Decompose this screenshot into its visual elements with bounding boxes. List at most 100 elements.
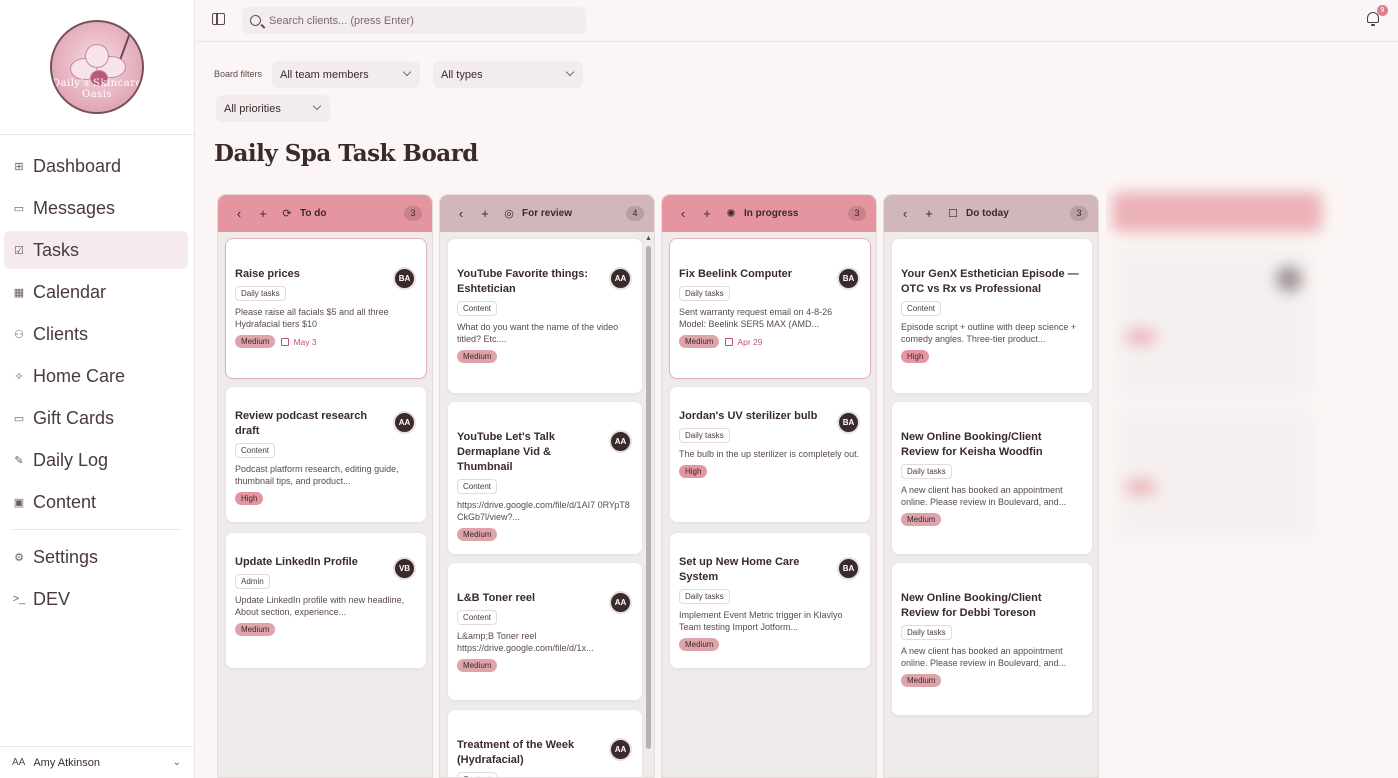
logo[interactable]: Daily's Skincare Oasis bbox=[50, 20, 144, 114]
add-task-button[interactable]: + bbox=[256, 206, 270, 221]
priority-badge: Medium bbox=[457, 659, 498, 672]
nav-label: Calendar bbox=[33, 281, 107, 302]
task-card[interactable]: L&B Toner reel Content L&amp;B Toner ree… bbox=[447, 562, 643, 701]
priority-filter-select[interactable]: All priorities bbox=[216, 95, 330, 122]
due-date: Apr 29 bbox=[725, 336, 763, 347]
chevron-down-icon: ⌄ bbox=[172, 757, 181, 768]
nav-label: Gift Cards bbox=[33, 407, 115, 428]
chevron-left-icon[interactable]: ‹ bbox=[898, 206, 912, 221]
task-card[interactable]: New Online Booking/Client Review for Deb… bbox=[891, 562, 1093, 716]
nav-item-gift-cards[interactable]: ▭ Gift Cards bbox=[4, 399, 188, 437]
scroll-up-arrow-icon[interactable]: ▲ bbox=[645, 235, 652, 242]
task-tag: Daily tasks bbox=[679, 589, 730, 604]
media-icon: ▣ bbox=[13, 496, 25, 509]
add-task-button[interactable]: + bbox=[700, 206, 714, 221]
team-filter-select[interactable]: All team members bbox=[272, 61, 420, 88]
column-title: Do today bbox=[966, 208, 1009, 219]
task-card[interactable]: Set up New Home Care System Daily tasks … bbox=[669, 532, 871, 669]
nav-item-clients[interactable]: ⚇ Clients bbox=[4, 315, 188, 353]
nav-item-dev[interactable]: >_ DEV bbox=[4, 580, 188, 618]
column-in-progress: ‹ + ✺ In progress 3 Fix Beelink Computer… bbox=[661, 194, 877, 778]
assignee-avatar[interactable]: AA bbox=[609, 267, 632, 290]
assignee-avatar[interactable]: AA bbox=[393, 411, 416, 434]
assignee-avatar[interactable]: BA bbox=[837, 267, 860, 290]
chevron-left-icon[interactable]: ‹ bbox=[676, 206, 690, 221]
task-card[interactable]: Treatment of the Week (Hydrafacial) Cont… bbox=[447, 709, 643, 777]
column-count: 3 bbox=[404, 206, 422, 221]
priority-filter-value: All priorities bbox=[224, 102, 281, 115]
gear-icon: ⚙ bbox=[14, 551, 24, 564]
chevron-left-icon[interactable]: ‹ bbox=[232, 206, 246, 221]
nav-divider bbox=[12, 529, 182, 530]
nav-item-daily-log[interactable]: ✎ Daily Log bbox=[4, 441, 188, 479]
task-tag: Content bbox=[457, 772, 498, 777]
column-header: ‹ + ✺ In progress 3 bbox=[662, 195, 876, 232]
task-description: Implement Event Metric trigger in Klavly… bbox=[679, 610, 843, 632]
assignee-avatar[interactable]: AA bbox=[609, 430, 632, 453]
task-card[interactable]: Jordan's UV sterilizer bulb Daily tasks … bbox=[669, 386, 871, 523]
task-card[interactable]: New Online Booking/Client Review for Kei… bbox=[891, 401, 1093, 555]
priority-badge: Medium bbox=[679, 335, 720, 348]
user-menu[interactable]: AA Amy Atkinson ⌄ bbox=[0, 746, 195, 778]
add-task-button[interactable]: + bbox=[478, 206, 492, 221]
due-date-text: Apr 29 bbox=[737, 336, 763, 347]
task-title: New Online Booking/Client Review for Kei… bbox=[901, 431, 1043, 458]
column-for-review: ‹ + ◎ For review 4 YouTube Favorite thin… bbox=[439, 194, 655, 778]
nav-item-messages[interactable]: ▭ Messages bbox=[4, 189, 188, 227]
assignee-avatar[interactable]: BA bbox=[393, 267, 416, 290]
calendar-icon: ▦ bbox=[13, 286, 25, 299]
priority-badge: Medium bbox=[457, 350, 498, 363]
task-title: YouTube Let's Talk Dermaplane Vid & Thum… bbox=[457, 431, 555, 473]
nav-label: Daily Log bbox=[33, 449, 109, 470]
task-card[interactable]: Update LinkedIn Profile Admin Update Lin… bbox=[225, 532, 427, 669]
nav-item-calendar[interactable]: ▦ Calendar bbox=[4, 273, 188, 311]
search-input[interactable] bbox=[269, 14, 569, 27]
assignee-avatar[interactable]: AA bbox=[609, 591, 632, 614]
nav-item-dashboard[interactable]: ⊞ Dashboard bbox=[4, 147, 188, 185]
priority-badge: Medium bbox=[235, 335, 276, 348]
task-card[interactable]: Review podcast research draft Content Po… bbox=[225, 386, 427, 523]
user-name: Amy Atkinson bbox=[33, 756, 100, 769]
nav-item-tasks[interactable]: ☑ Tasks bbox=[4, 231, 188, 269]
task-card[interactable]: YouTube Favorite things: Eshtetician Con… bbox=[447, 238, 643, 394]
add-task-button[interactable]: + bbox=[922, 206, 936, 221]
nav-item-settings[interactable]: ⚙ Settings bbox=[4, 538, 188, 576]
type-filter-select[interactable]: All types bbox=[433, 61, 583, 88]
chevron-down-icon bbox=[565, 67, 575, 77]
nav-item-home-care[interactable]: ✧ Home Care bbox=[4, 357, 188, 395]
column-scrollbar[interactable] bbox=[646, 246, 651, 749]
card-icon: ▭ bbox=[13, 412, 25, 425]
assignee-avatar[interactable]: AA bbox=[609, 738, 632, 761]
assignee-avatar[interactable]: VB bbox=[393, 557, 416, 580]
nav-item-content[interactable]: ▣ Content bbox=[4, 483, 188, 521]
task-tag: Content bbox=[457, 610, 498, 625]
search-icon bbox=[250, 15, 261, 26]
search-box[interactable] bbox=[242, 7, 586, 34]
priority-badge: High bbox=[235, 492, 264, 505]
task-card[interactable]: Your GenX Esthetician Episode — OTC vs R… bbox=[891, 238, 1093, 394]
column-to-do: ‹ + ⟳ To do 3 Raise prices Daily tasks P… bbox=[217, 194, 433, 778]
blurred-column-overflow bbox=[1106, 130, 1398, 778]
logo-area: Daily's Skincare Oasis bbox=[0, 0, 194, 135]
notifications-button[interactable]: 9 bbox=[1366, 5, 1388, 27]
chevron-down-icon bbox=[402, 67, 412, 77]
topbar: 9 bbox=[196, 0, 1398, 42]
nav-label: Tasks bbox=[33, 239, 80, 260]
chevron-left-icon[interactable]: ‹ bbox=[454, 206, 468, 221]
task-tag: Daily tasks bbox=[679, 286, 730, 301]
task-card[interactable]: Raise prices Daily tasks Please raise al… bbox=[225, 238, 427, 379]
sidebar-toggle-icon[interactable] bbox=[212, 13, 225, 25]
refresh-icon: ⟳ bbox=[282, 208, 292, 220]
task-title: Fix Beelink Computer bbox=[679, 268, 793, 280]
assignee-avatar[interactable]: BA bbox=[837, 411, 860, 434]
sparkle-icon: ✧ bbox=[14, 370, 24, 383]
assignee-avatar[interactable]: BA bbox=[837, 557, 860, 580]
calendar-icon bbox=[725, 337, 734, 346]
message-icon: ▭ bbox=[13, 202, 25, 215]
task-title: Review podcast research draft bbox=[235, 410, 368, 437]
task-description: Sent warranty request email on 4-8-26 Mo… bbox=[679, 307, 833, 329]
task-card[interactable]: YouTube Let's Talk Dermaplane Vid & Thum… bbox=[447, 401, 643, 555]
task-card[interactable]: Fix Beelink Computer Daily tasks Sent wa… bbox=[669, 238, 871, 379]
task-title: L&B Toner reel bbox=[457, 592, 536, 604]
task-title: New Online Booking/Client Review for Deb… bbox=[901, 592, 1042, 619]
